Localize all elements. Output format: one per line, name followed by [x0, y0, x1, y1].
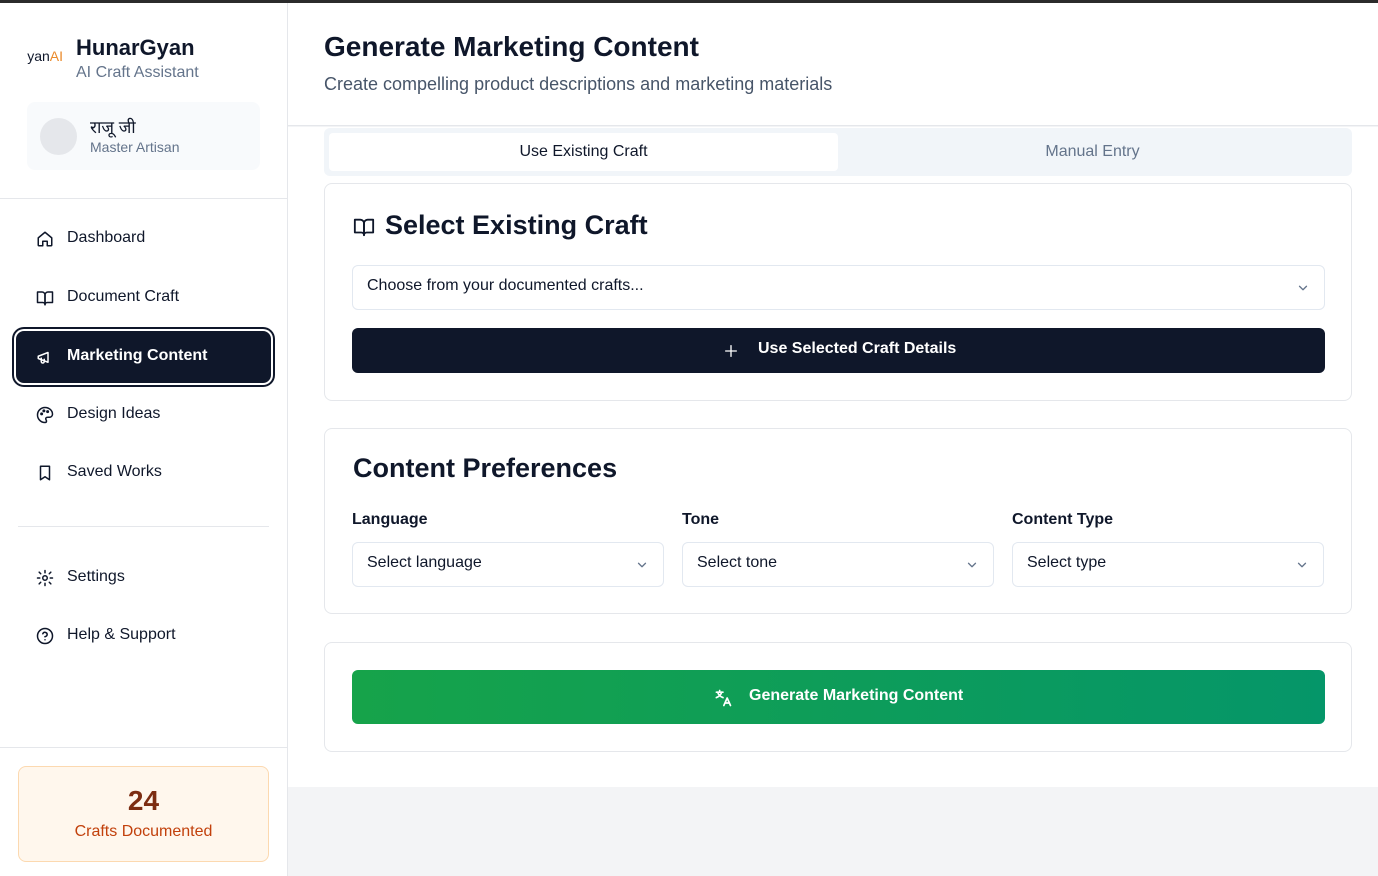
tab-list: Use Existing Craft Manual Entry: [324, 128, 1352, 176]
main-area: Generate Marketing Content Create compel…: [288, 3, 1378, 876]
use-selected-craft-button[interactable]: Use Selected Craft Details: [352, 328, 1325, 373]
content-type-label: Content Type: [1012, 511, 1114, 528]
sidebar: yanAI HunarGyan AI Craft Assistant राजू …: [0, 3, 288, 876]
content-panel: Use Existing Craft Manual Entry Select E…: [288, 127, 1378, 787]
sidebar-item-label: Design Ideas: [67, 405, 161, 422]
book-open-icon: [36, 291, 54, 306]
user-profile-card[interactable]: राजू जी Master Artisan: [27, 102, 260, 170]
sidebar-item-design-ideas[interactable]: Design Ideas: [16, 389, 271, 441]
select-existing-craft-card: Select Existing Craft Choose from your d…: [324, 183, 1352, 401]
language-label: Language: [352, 511, 428, 528]
sidebar-item-dashboard[interactable]: Dashboard: [16, 213, 271, 265]
avatar: [40, 118, 77, 155]
logo-text-ai: AI: [49, 48, 63, 64]
user-name: राजू जी: [90, 118, 136, 137]
sidebar-item-saved-works[interactable]: Saved Works: [16, 447, 271, 499]
page-subtitle: Create compelling product descriptions a…: [324, 74, 833, 94]
tab-use-existing-craft[interactable]: Use Existing Craft: [329, 133, 838, 171]
sidebar-divider: [0, 198, 287, 199]
sidebar-item-marketing-content[interactable]: Marketing Content: [16, 331, 271, 383]
tab-manual-entry[interactable]: Manual Entry: [838, 133, 1347, 171]
tone-select[interactable]: Select tone: [682, 542, 994, 587]
generate-card: Generate Marketing Content: [324, 642, 1352, 752]
generate-button-label: Generate Marketing Content: [749, 687, 964, 704]
sidebar-item-help-support[interactable]: Help & Support: [16, 610, 271, 662]
crafts-count: 24: [127, 785, 160, 816]
use-selected-craft-label: Use Selected Craft Details: [758, 340, 957, 357]
page-title: Generate Marketing Content: [324, 31, 699, 62]
user-role: Master Artisan: [90, 139, 180, 155]
palette-icon: [36, 406, 54, 424]
sidebar-item-label: Settings: [67, 568, 125, 585]
sidebar-item-label: Help & Support: [67, 626, 176, 643]
logo-text-main: yan: [27, 48, 50, 64]
logo: yanAI: [26, 45, 66, 69]
brand-title: HunarGyan: [76, 35, 195, 60]
chevron-down-icon: [1297, 562, 1307, 568]
sidebar-divider: [0, 747, 287, 748]
brand: yanAI HunarGyan AI Craft Assistant: [26, 33, 266, 89]
help-circle-icon: [36, 627, 54, 645]
tone-label: Tone: [682, 511, 720, 528]
gear-icon: [36, 569, 54, 587]
language-select-placeholder: Select language: [367, 554, 482, 571]
content-type-select[interactable]: Select type: [1012, 542, 1324, 587]
chevron-down-icon: [967, 562, 977, 568]
craft-select[interactable]: Choose from your documented crafts...: [352, 265, 1325, 310]
sidebar-item-label: Document Craft: [67, 288, 180, 305]
brand-subtitle: AI Craft Assistant: [76, 64, 199, 81]
sidebar-item-label: Dashboard: [67, 229, 146, 246]
content-type-select-placeholder: Select type: [1027, 554, 1107, 571]
bookmark-icon: [39, 465, 51, 481]
sidebar-item-settings[interactable]: Settings: [16, 552, 271, 604]
sidebar-divider: [18, 526, 269, 527]
sidebar-item-label: Saved Works: [67, 463, 162, 480]
page-header: Generate Marketing Content Create compel…: [288, 3, 1378, 126]
crafts-documented-card: 24 Crafts Documented: [18, 766, 269, 862]
language-select[interactable]: Select language: [352, 542, 664, 587]
megaphone-icon: [37, 351, 49, 364]
content-preferences-card: Content Preferences Language Select lang…: [324, 428, 1352, 614]
card-title: Content Preferences: [353, 453, 618, 483]
crafts-count-label: Crafts Documented: [74, 823, 213, 840]
tone-select-placeholder: Select tone: [697, 554, 778, 571]
chevron-down-icon: [1298, 285, 1308, 291]
book-open-icon: [353, 218, 375, 237]
translate-icon: [715, 689, 732, 707]
sidebar-item-label: Marketing Content: [67, 347, 208, 364]
generate-marketing-content-button[interactable]: Generate Marketing Content: [352, 670, 1325, 724]
chevron-down-icon: [637, 562, 647, 568]
card-title: Select Existing Craft: [385, 210, 648, 240]
sidebar-item-document-craft[interactable]: Document Craft: [16, 272, 271, 324]
plus-icon: [725, 345, 737, 357]
home-icon: [37, 231, 53, 247]
craft-select-placeholder: Choose from your documented crafts...: [367, 277, 644, 294]
